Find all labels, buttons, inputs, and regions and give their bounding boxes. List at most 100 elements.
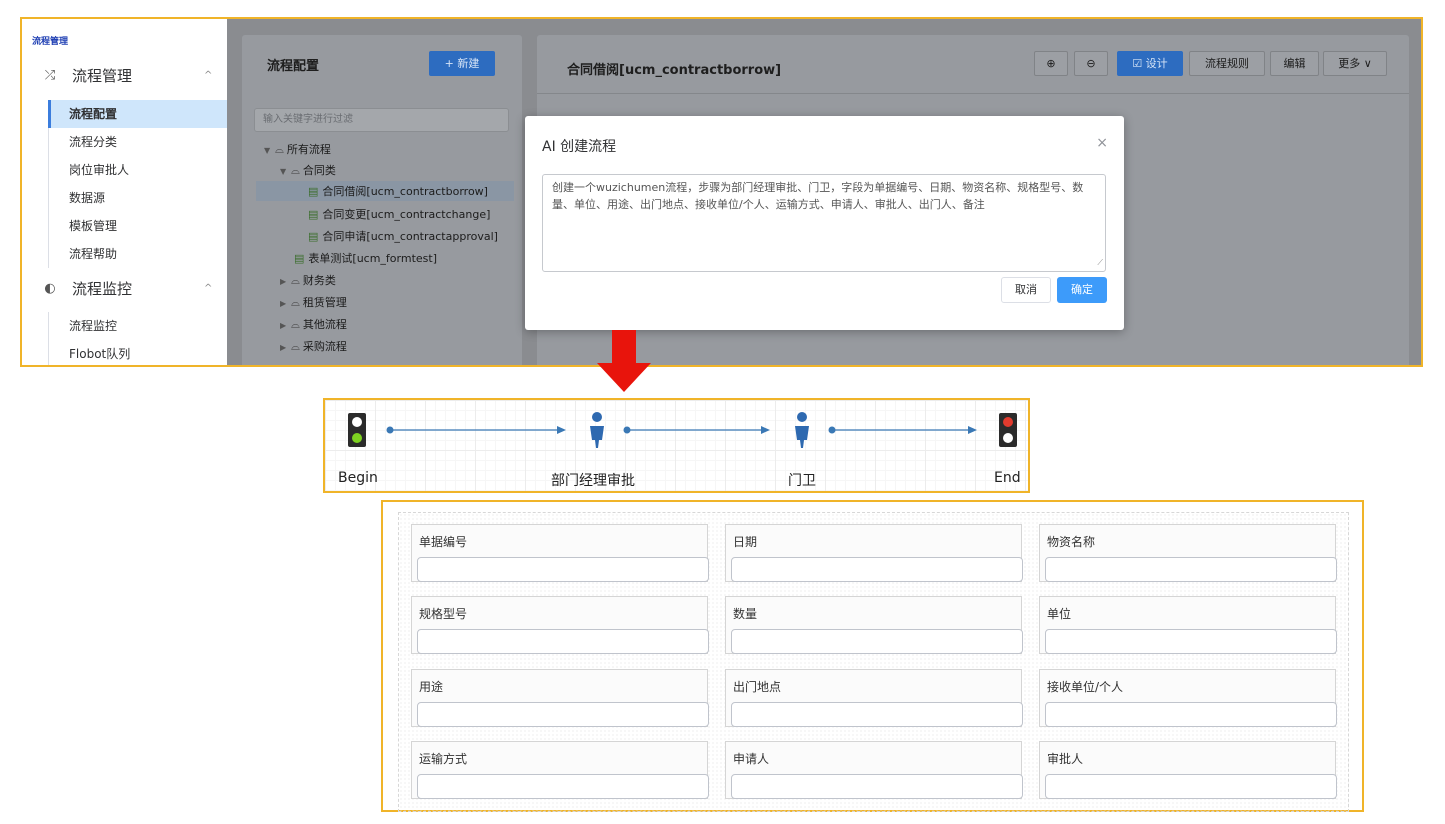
form-field: 用途 <box>411 669 709 727</box>
tree-node-folder[interactable]: ▶ ⌓ 其他流程 <box>280 316 347 332</box>
field-label: 单据编号 <box>419 535 468 549</box>
tree-node-folder[interactable]: ▶ ⌓ 租赁管理 <box>280 294 347 310</box>
zoom-out-button[interactable]: ⊖ <box>1074 51 1108 76</box>
sidebar-group-label: 流程管理 <box>72 67 133 85</box>
field-input[interactable] <box>731 557 1023 582</box>
tree-node-doc-selected[interactable]: ▤ 合同借阅[ucm_contractborrow] <box>256 181 514 201</box>
field-label: 接收单位/个人 <box>1047 680 1124 694</box>
tree-node-doc[interactable]: ▤ 合同变更[ucm_contractchange] <box>308 206 490 222</box>
field-label: 数量 <box>733 607 758 621</box>
field-label: 规格型号 <box>419 607 468 621</box>
shield-icon: ◐ <box>44 281 56 296</box>
field-input[interactable] <box>417 702 709 727</box>
tree-node-doc[interactable]: ▤ 合同申请[ucm_contractapproval] <box>308 228 498 244</box>
top-screenshot-frame: 流程管理 ⤮ 流程管理 ^ 流程配置 流程分类 岗位审批人 数据源 模板管理 流… <box>20 17 1423 367</box>
field-input[interactable] <box>417 774 709 799</box>
chevron-up-icon: ^ <box>204 70 213 81</box>
ai-create-process-dialog: AI 创建流程 × 创建一个wuzichumen流程，步骤为部门经理审批、门卫，… <box>525 116 1124 330</box>
field-input[interactable] <box>731 702 1023 727</box>
folder-icon: ⌓ <box>291 340 300 353</box>
field-input[interactable] <box>731 774 1023 799</box>
tree-node-contract[interactable]: ▼ ⌓ 合同类 <box>280 162 336 178</box>
form-field: 规格型号 <box>411 596 709 654</box>
form-field: 接收单位/个人 <box>1039 669 1337 727</box>
sidebar-item-flobot-queue[interactable]: Flobot队列 <box>48 340 227 365</box>
divider <box>537 93 1409 94</box>
dialog-title: AI 创建流程 <box>542 139 617 155</box>
field-label: 日期 <box>733 535 758 549</box>
field-input[interactable] <box>1045 629 1337 654</box>
field-input[interactable] <box>1045 774 1337 799</box>
field-input[interactable] <box>1045 557 1337 582</box>
down-arrow-icon <box>597 330 651 392</box>
approver-person-icon[interactable] <box>590 412 604 448</box>
tree-node-doc[interactable]: ▤ 表单测试[ucm_formtest] <box>294 250 437 266</box>
close-icon[interactable]: × <box>1096 135 1108 151</box>
process-config-panel: 流程配置 + 新建 输入关键字进行过滤 ▼ ⌓ 所有流程 ▼ ⌓ 合同类 ▤ 合同借阅[u… <box>242 35 522 365</box>
field-label: 用途 <box>419 680 444 694</box>
form-field: 运输方式 <box>411 741 709 799</box>
chevron-up-icon: ^ <box>204 283 213 294</box>
document-icon: ▤ <box>308 185 319 198</box>
field-input[interactable] <box>417 557 709 582</box>
sidebar-item-monitor[interactable]: 流程监控 <box>48 312 227 340</box>
resize-handle-icon[interactable]: ⟋ <box>1097 254 1103 271</box>
sidebar-item-template[interactable]: 模板管理 <box>48 212 227 240</box>
flow-diagram: Begin 部门经理审批 门卫 End <box>323 398 1030 493</box>
guard-person-icon[interactable] <box>795 412 809 448</box>
folder-icon: ⌓ <box>291 296 300 309</box>
prompt-textarea[interactable]: 创建一个wuzichumen流程，步骤为部门经理审批、门卫，字段为单据编号、日期… <box>542 174 1106 272</box>
folder-icon: ⌓ <box>291 164 300 177</box>
sidebar-group-process-monitor[interactable]: ◐ 流程监控 ^ <box>42 278 212 299</box>
tree-node-root[interactable]: ▼ ⌓ 所有流程 <box>264 141 331 157</box>
new-button[interactable]: + 新建 <box>429 51 495 76</box>
more-dropdown[interactable]: 更多 ∨ <box>1323 51 1387 76</box>
field-input[interactable] <box>731 629 1023 654</box>
form-field: 物资名称 <box>1039 524 1337 582</box>
shuffle-icon: ⤮ <box>44 68 56 83</box>
form-field: 出门地点 <box>725 669 1023 727</box>
sidebar-group-process-management[interactable]: ⤮ 流程管理 ^ <box>42 65 213 86</box>
sidebar-item-post-approver[interactable]: 岗位审批人 <box>48 156 227 184</box>
field-input[interactable] <box>1045 702 1337 727</box>
generated-form: 单据编号 日期 物资名称 规格型号 数量 单位 用途 出门地点 接收单位/个人 … <box>381 500 1364 812</box>
document-icon: ▤ <box>308 230 319 243</box>
flow-node-label-guard: 门卫 <box>788 473 816 489</box>
field-label: 运输方式 <box>419 752 468 766</box>
end-traffic-light-icon[interactable] <box>999 413 1017 447</box>
field-input[interactable] <box>417 629 709 654</box>
field-label: 出门地点 <box>733 680 782 694</box>
document-icon: ▤ <box>294 252 305 265</box>
sidebar-header: 流程管理 <box>32 37 69 47</box>
form-grid: 单据编号 日期 物资名称 规格型号 数量 单位 用途 出门地点 接收单位/个人 … <box>398 512 1349 812</box>
cancel-button[interactable]: 取消 <box>1001 277 1051 303</box>
document-icon: ▤ <box>308 208 319 221</box>
form-field: 申请人 <box>725 741 1023 799</box>
edit-button[interactable]: 编辑 <box>1270 51 1319 76</box>
flow-node-label-manager-approval: 部门经理审批 <box>551 473 635 489</box>
panel-title: 流程配置 <box>267 59 320 74</box>
zoom-in-button[interactable]: ⊕ <box>1034 51 1068 76</box>
arrowhead <box>761 426 770 434</box>
flow-canvas <box>348 412 1017 448</box>
sidebar-item-datasource[interactable]: 数据源 <box>48 184 227 212</box>
sidebar-group-label: 流程监控 <box>72 280 133 298</box>
arrowhead <box>968 426 977 434</box>
process-title: 合同借阅[ucm_contractborrow] <box>567 63 782 78</box>
sidebar-item-process-category[interactable]: 流程分类 <box>48 128 227 156</box>
field-label: 申请人 <box>733 752 770 766</box>
design-button[interactable]: ☑ 设计 <box>1117 51 1183 76</box>
form-field: 单据编号 <box>411 524 709 582</box>
tree-node-folder[interactable]: ▶ ⌓ 采购流程 <box>280 338 347 354</box>
filter-input[interactable]: 输入关键字进行过滤 <box>254 108 509 132</box>
sidebar-item-process-config[interactable]: 流程配置 <box>48 100 227 128</box>
sidebar-item-process-help[interactable]: 流程帮助 <box>48 240 227 268</box>
tree-node-folder[interactable]: ▶ ⌓ 财务类 <box>280 272 336 288</box>
confirm-button[interactable]: 确定 <box>1057 277 1107 303</box>
form-field: 单位 <box>1039 596 1337 654</box>
sidebar: 流程管理 ⤮ 流程管理 ^ 流程配置 流程分类 岗位审批人 数据源 模板管理 流… <box>22 19 227 365</box>
begin-traffic-light-icon[interactable] <box>348 413 366 447</box>
form-field: 日期 <box>725 524 1023 582</box>
form-field: 数量 <box>725 596 1023 654</box>
process-rules-button[interactable]: 流程规则 <box>1189 51 1265 76</box>
